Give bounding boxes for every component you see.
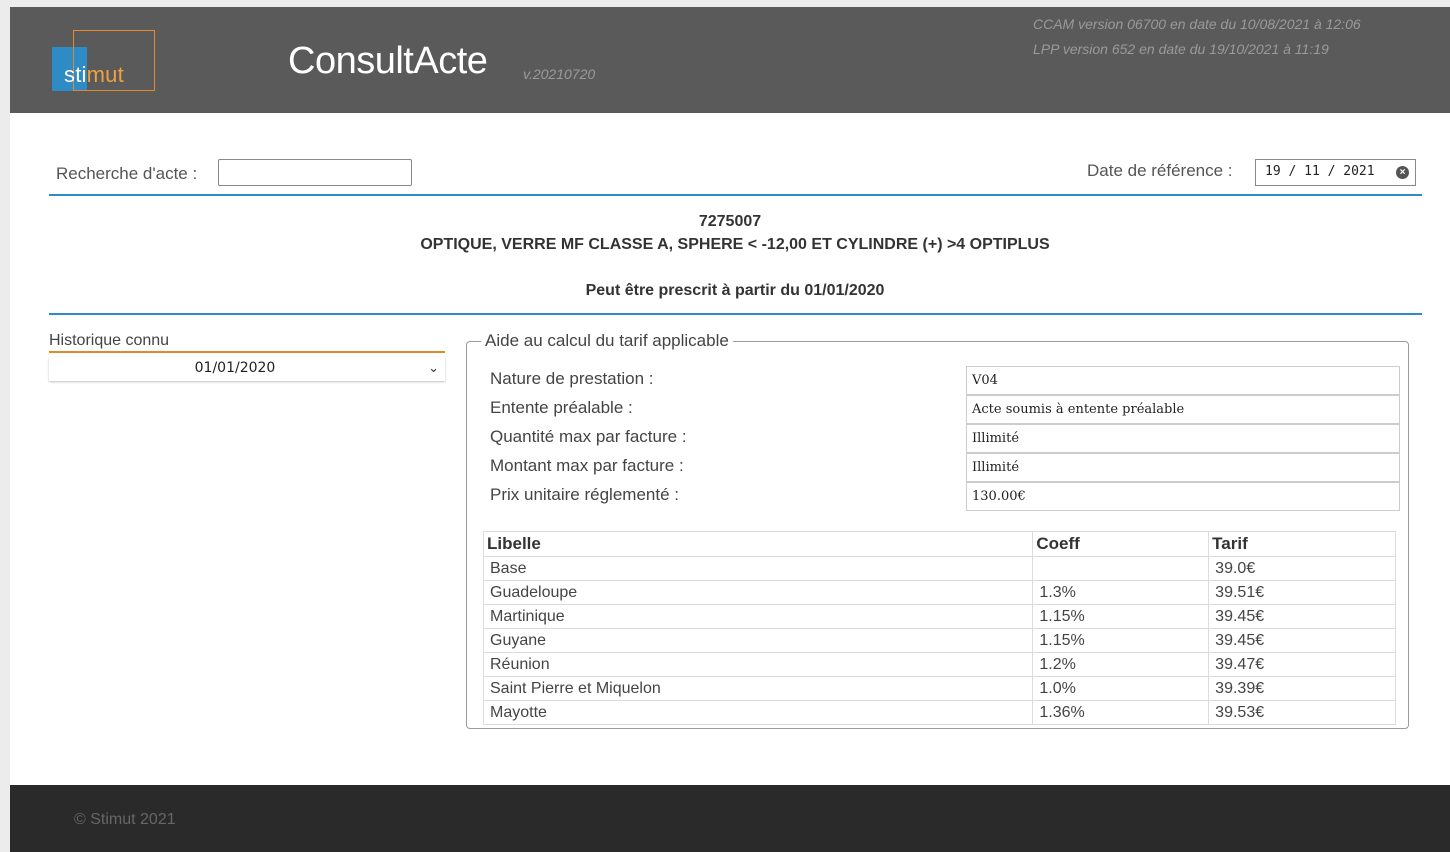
cell-libelle: Martinique — [482, 604, 1034, 629]
field-label-montant: Montant max par facture : — [490, 456, 684, 475]
page: stimut ConsultActe v.20210720 CCAM versi… — [10, 7, 1450, 852]
cell-coeff: 1.15% — [1032, 604, 1210, 629]
table-row: Martinique 1.15% 39.45€ — [482, 604, 1396, 629]
table-row: Mayotte 1.36% 39.53€ — [482, 700, 1396, 725]
logo-text-part1: sti — [64, 62, 87, 87]
divider-bottom — [49, 313, 1422, 315]
search-input[interactable] — [218, 159, 412, 186]
cell-libelle: Guadeloupe — [482, 580, 1034, 605]
cell-libelle: Guyane — [482, 628, 1034, 653]
reference-date-input[interactable]: 19 / 11 / 2021 × — [1255, 159, 1416, 186]
table-row: Guadeloupe 1.3% 39.51€ — [482, 580, 1396, 605]
calculator-legend: Aide au calcul du tarif applicable — [481, 331, 733, 351]
cell-coeff: 1.2% — [1032, 652, 1210, 677]
column-header-tarif: Tarif — [1208, 531, 1396, 557]
field-value-entente: Acte soumis à entente préalable — [966, 395, 1400, 424]
cell-tarif: 39.53€ — [1208, 700, 1396, 725]
database-versions: CCAM version 06700 en date du 10/08/2021… — [1033, 12, 1393, 62]
ccam-version: CCAM version 06700 en date du 10/08/2021… — [1033, 16, 1361, 32]
column-header-libelle: Libelle — [482, 531, 1034, 557]
chevron-down-icon: ⌄ — [428, 360, 439, 375]
cell-libelle: Saint Pierre et Miquelon — [482, 676, 1034, 701]
history-underline — [49, 351, 445, 353]
cell-libelle: Base — [482, 556, 1034, 581]
table-row: Réunion 1.2% 39.47€ — [482, 652, 1396, 677]
app-title: ConsultActe — [288, 40, 488, 82]
logo-text-part2: mut — [86, 62, 124, 87]
table-header-row: Libelle Coeff Tarif — [482, 531, 1396, 557]
reference-date-value: 19 / 11 / 2021 — [1265, 164, 1375, 179]
header-bar: stimut ConsultActe v.20210720 CCAM versi… — [10, 7, 1450, 113]
divider-top — [49, 194, 1422, 196]
history-select[interactable]: 01/01/2020 ⌄ — [49, 357, 445, 381]
field-value-quantite: Illimité — [966, 424, 1400, 453]
cell-tarif: 39.45€ — [1208, 604, 1396, 629]
cell-coeff: 1.3% — [1032, 580, 1210, 605]
reference-date-label: Date de référence : — [1087, 161, 1233, 180]
field-label-entente: Entente préalable : — [490, 398, 633, 417]
cell-libelle: Réunion — [482, 652, 1034, 677]
history-label: Historique connu — [49, 332, 170, 349]
history-selected-value: 01/01/2020 — [194, 360, 276, 376]
cell-tarif: 39.51€ — [1208, 580, 1396, 605]
field-value-nature: V04 — [966, 366, 1400, 395]
logo-text: stimut — [64, 62, 124, 88]
field-value-prix: 130.00€ — [966, 482, 1400, 511]
cell-libelle: Mayotte — [482, 700, 1034, 725]
act-code: 7275007 — [698, 213, 762, 230]
tariff-table: Libelle Coeff Tarif Base 39.0€ Guadeloup… — [482, 531, 1396, 725]
table-row: Guyane 1.15% 39.45€ — [482, 628, 1396, 653]
footer: © Stimut 2021 — [10, 785, 1450, 852]
cell-coeff: 1.0% — [1032, 676, 1210, 701]
footer-copyright: © Stimut 2021 — [74, 811, 176, 828]
cell-tarif: 39.39€ — [1208, 676, 1396, 701]
cell-tarif: 39.0€ — [1208, 556, 1396, 581]
search-label: Recherche d'acte : — [56, 164, 198, 183]
prescription-date: Peut être prescrit à partir du 01/01/202… — [585, 282, 885, 299]
column-header-coeff: Coeff — [1032, 531, 1210, 557]
tariff-calculator-fieldset: Aide au calcul du tarif applicable Natur… — [466, 331, 1409, 729]
table-row: Saint Pierre et Miquelon 1.0% 39.39€ — [482, 676, 1396, 701]
field-value-montant: Illimité — [966, 453, 1400, 482]
cell-coeff: 1.15% — [1032, 628, 1210, 653]
cell-tarif: 39.45€ — [1208, 628, 1396, 653]
clear-date-icon[interactable]: × — [1396, 166, 1409, 179]
app-version: v.20210720 — [523, 66, 596, 82]
stimut-logo: stimut — [52, 30, 155, 91]
cell-tarif: 39.47€ — [1208, 652, 1396, 677]
field-label-prix: Prix unitaire réglementé : — [490, 485, 679, 504]
table-row: Base 39.0€ — [482, 556, 1396, 581]
field-label-quantite: Quantité max par facture : — [490, 427, 687, 446]
cell-coeff — [1032, 556, 1210, 581]
act-label: OPTIQUE, VERRE MF CLASSE A, SPHERE < -12… — [420, 236, 1050, 253]
cell-coeff: 1.36% — [1032, 700, 1210, 725]
lpp-version: LPP version 652 en date du 19/10/2021 à … — [1033, 41, 1329, 57]
field-label-nature: Nature de prestation : — [490, 369, 654, 388]
